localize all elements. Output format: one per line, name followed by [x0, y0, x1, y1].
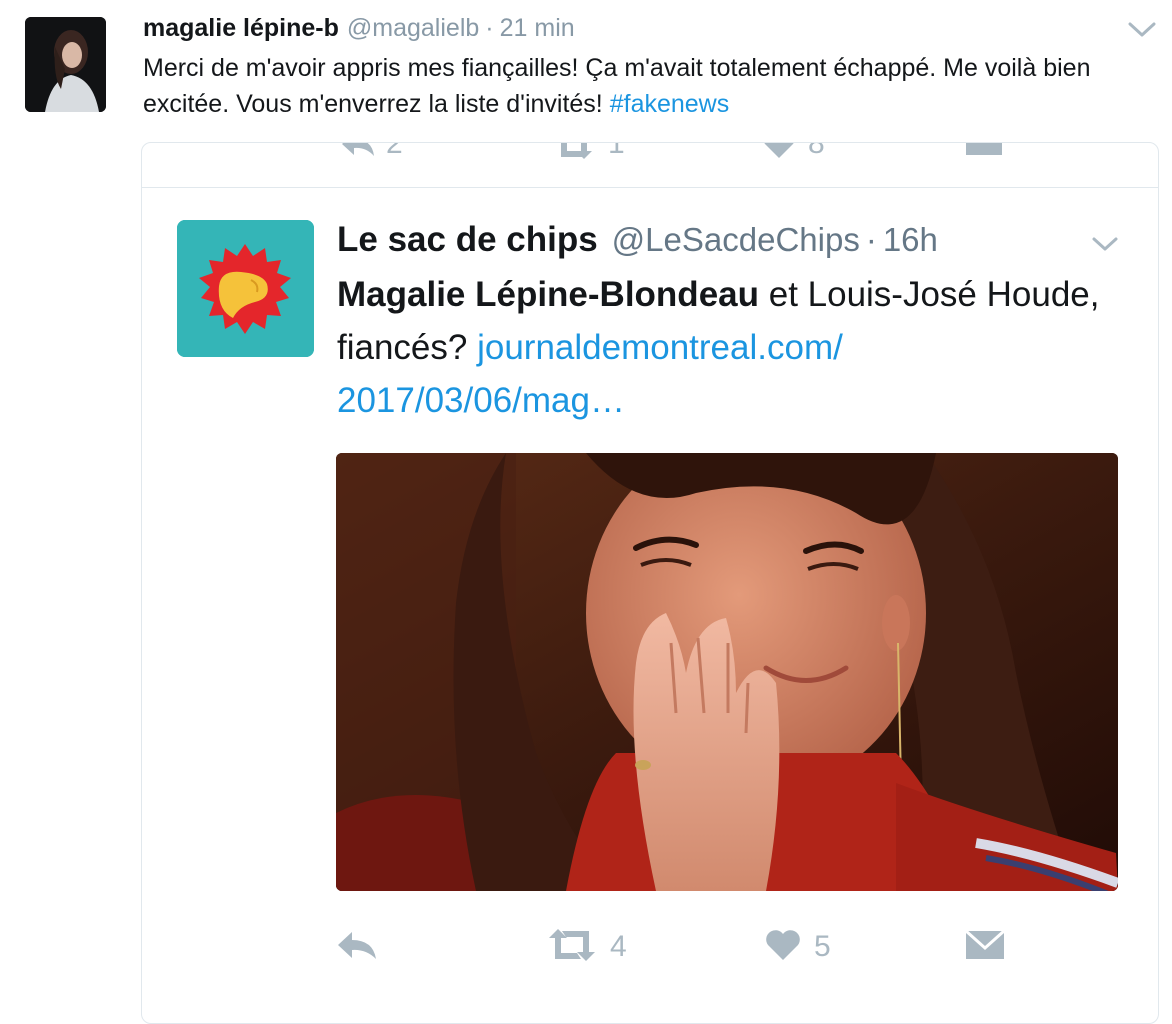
quoted-tweet-text: Magalie Lépine-Blondeau et Louis-José Ho…: [337, 268, 1127, 427]
retweet-icon: [552, 143, 596, 164]
retweet-count: 4: [610, 930, 627, 963]
hashtag-link[interactable]: #fakenews: [610, 90, 730, 118]
reply-icon: [336, 928, 378, 967]
heart-icon: [764, 928, 802, 967]
reply-button[interactable]: [336, 923, 378, 971]
tweet-header: magalie lépine-b @magalielb · 21 min: [143, 14, 575, 48]
reply-icon: [340, 143, 376, 164]
cropped-action-strip: 2 1 8: [142, 143, 1158, 188]
retweet-icon: [546, 928, 598, 967]
chips-logo-avatar[interactable]: [177, 220, 314, 357]
quoted-author-handle[interactable]: @LeSacdeChips: [612, 221, 860, 259]
heart-icon: [762, 143, 796, 164]
quoted-text-bold: Magalie Lépine-Blondeau: [337, 275, 759, 314]
quoted-tweet-card[interactable]: 2 1 8 Le sac de chips @LeSacdeChips · 16…: [141, 142, 1159, 1024]
direct-message-button[interactable]: [964, 923, 1006, 971]
author-name[interactable]: magalie lépine-b: [143, 14, 339, 43]
retweet-count: 1: [608, 143, 625, 160]
chevron-down-icon[interactable]: [1126, 16, 1158, 42]
separator-dot: ·: [485, 14, 494, 42]
like-count: 5: [814, 930, 831, 963]
retweet-button[interactable]: 4: [546, 923, 627, 971]
tweet-text: Merci de m'avoir appris mes fiançailles!…: [143, 50, 1143, 122]
quoted-tweet-actions: 4 5: [336, 923, 1136, 971]
message-icon: [964, 143, 1004, 164]
user-avatar[interactable]: [25, 17, 106, 112]
like-count: 8: [808, 143, 825, 160]
quoted-chevron-down-icon[interactable]: [1090, 233, 1120, 255]
envelope-icon: [964, 928, 1006, 967]
tweet-photo[interactable]: [336, 453, 1118, 891]
quoted-timestamp[interactable]: 16h: [883, 221, 938, 259]
timestamp[interactable]: 21 min: [500, 14, 575, 43]
quoted-author-name[interactable]: Le sac de chips: [337, 220, 598, 260]
author-handle[interactable]: @magalielb: [347, 14, 479, 43]
quoted-separator-dot: ·: [865, 221, 877, 258]
quoted-tweet-header: Le sac de chips @LeSacdeChips · 16h: [337, 220, 938, 264]
reply-count: 2: [386, 143, 403, 160]
like-button[interactable]: 5: [764, 923, 831, 971]
